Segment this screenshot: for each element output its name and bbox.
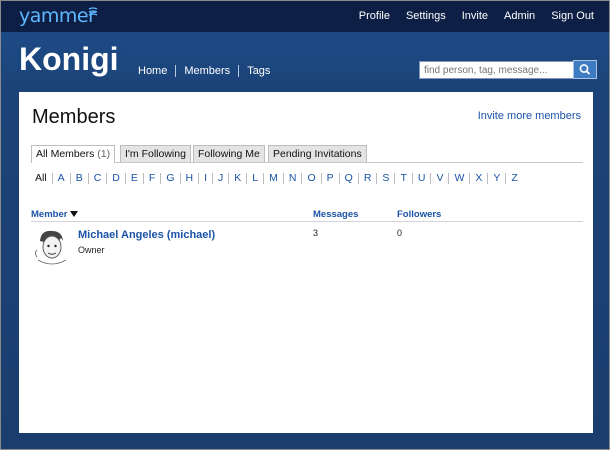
- invite-more-members-link[interactable]: Invite more members: [478, 110, 581, 122]
- nav-members[interactable]: Members: [175, 65, 238, 77]
- letter-m[interactable]: M: [263, 173, 283, 184]
- top-nav: Profile Settings Invite Admin Sign Out: [343, 10, 594, 22]
- page-title: Members: [32, 106, 116, 128]
- nav-home[interactable]: Home: [138, 65, 175, 77]
- member-name-link[interactable]: Michael Angeles (michael): [78, 229, 215, 241]
- letter-t[interactable]: T: [394, 173, 411, 184]
- invite-link[interactable]: Invite: [462, 10, 488, 22]
- followers-column-header[interactable]: Followers: [397, 209, 441, 220]
- letter-e[interactable]: E: [124, 173, 143, 184]
- tab-all-members[interactable]: All Members (1): [31, 145, 116, 163]
- letter-c[interactable]: C: [87, 173, 107, 184]
- member-column-header[interactable]: Member: [31, 209, 79, 220]
- letter-z[interactable]: Z: [505, 173, 522, 184]
- letter-g[interactable]: G: [160, 173, 179, 184]
- letter-v[interactable]: V: [430, 173, 448, 184]
- nav-tags[interactable]: Tags: [238, 65, 278, 77]
- admin-link[interactable]: Admin: [504, 10, 535, 22]
- header-divider: [31, 221, 583, 222]
- avatar[interactable]: [31, 226, 71, 266]
- letter-j[interactable]: J: [212, 173, 228, 184]
- tab-following-me[interactable]: Following Me: [193, 145, 265, 162]
- letter-q[interactable]: Q: [338, 173, 358, 184]
- letter-p[interactable]: P: [320, 173, 339, 184]
- top-bar: yammer Profile Settings Invite Admin Sig…: [1, 1, 609, 32]
- tab-count: (1): [97, 148, 111, 160]
- letter-o[interactable]: O: [301, 173, 320, 184]
- tab-im-following[interactable]: I'm Following: [120, 145, 191, 162]
- search-icon: [579, 64, 591, 75]
- member-tabs: All Members (1) I'm Following Following …: [31, 145, 583, 163]
- letter-u[interactable]: U: [411, 173, 431, 184]
- letter-d[interactable]: D: [106, 173, 125, 184]
- letter-l[interactable]: L: [246, 173, 263, 184]
- member-messages-count: 3: [313, 228, 319, 238]
- letter-s[interactable]: S: [376, 173, 394, 184]
- members-panel: Members Invite more members All Members …: [19, 92, 593, 433]
- network-nav: Home Members Tags: [138, 65, 278, 77]
- letter-b[interactable]: B: [69, 173, 88, 184]
- letter-r[interactable]: R: [357, 173, 377, 184]
- letter-w[interactable]: W: [448, 173, 469, 184]
- letter-all[interactable]: All: [35, 173, 52, 184]
- member-role: Owner: [78, 245, 105, 255]
- tab-label: Following Me: [198, 148, 260, 160]
- messages-column-header[interactable]: Messages: [313, 209, 358, 220]
- sign-out-link[interactable]: Sign Out: [551, 10, 594, 22]
- yammer-logo[interactable]: yammer: [19, 5, 96, 27]
- settings-link[interactable]: Settings: [406, 10, 446, 22]
- letter-y[interactable]: Y: [487, 173, 505, 184]
- tab-label: All Members: [36, 148, 95, 160]
- search-button[interactable]: [573, 60, 597, 79]
- letter-k[interactable]: K: [228, 173, 246, 184]
- search-input[interactable]: [419, 61, 579, 79]
- letter-h[interactable]: H: [179, 173, 199, 184]
- letter-i[interactable]: I: [198, 173, 212, 184]
- letter-f[interactable]: F: [142, 173, 160, 184]
- tab-pending-invitations[interactable]: Pending Invitations: [268, 145, 367, 162]
- network-name: Konigi: [19, 41, 119, 77]
- tab-label: I'm Following: [125, 148, 186, 160]
- logo-waves-icon: [88, 7, 98, 16]
- tab-label: Pending Invitations: [273, 148, 362, 160]
- sort-down-arrow-icon: [70, 211, 79, 218]
- member-header-label: Member: [31, 209, 68, 220]
- profile-link[interactable]: Profile: [359, 10, 390, 22]
- letter-x[interactable]: X: [469, 173, 487, 184]
- app-window: yammer Profile Settings Invite Admin Sig…: [0, 0, 610, 450]
- letter-a[interactable]: A: [51, 173, 70, 184]
- letter-n[interactable]: N: [282, 173, 302, 184]
- letter-filter: All A B C D E F G H I J K L M N O P Q R …: [35, 173, 523, 184]
- member-followers-count: 0: [397, 228, 403, 238]
